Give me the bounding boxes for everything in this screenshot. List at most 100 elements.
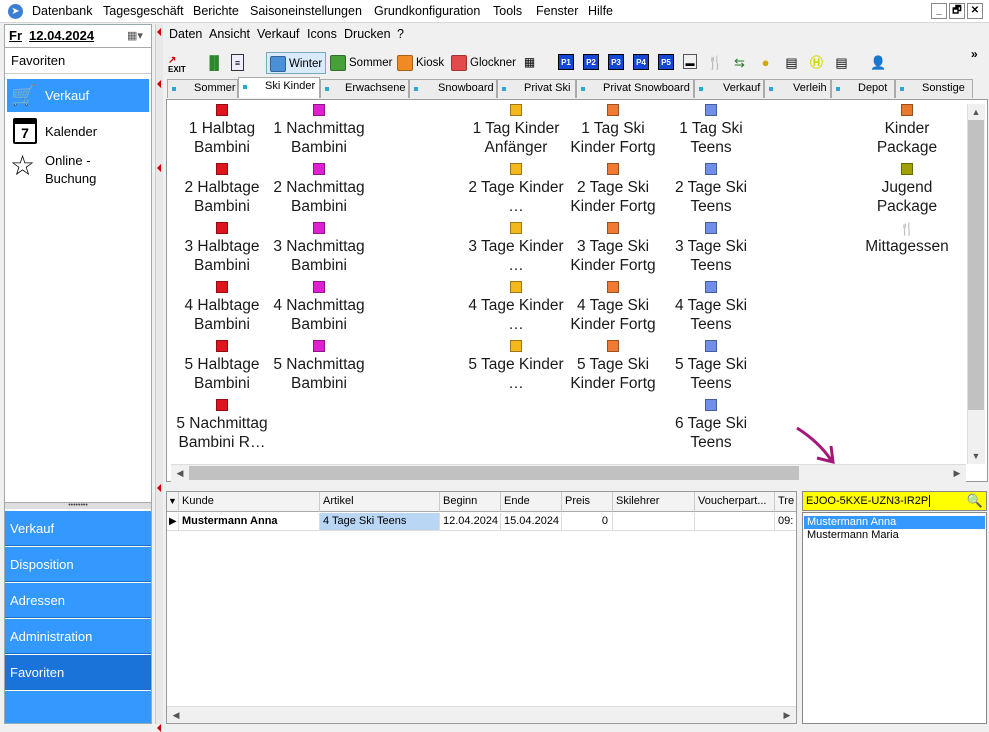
- article-tile[interactable]: 1 Tag Ski Teens: [663, 104, 759, 157]
- article-tile[interactable]: 5 Tage Ski Teens: [663, 340, 759, 393]
- toolbar-overflow-icon[interactable]: »: [971, 47, 978, 61]
- article-tile[interactable]: 4 Nachmittag Bambini: [271, 281, 367, 334]
- article-tile[interactable]: 3 Tage Kinder …: [467, 222, 565, 275]
- tab-verkauf[interactable]: Verkauf: [694, 79, 764, 98]
- cell-voucherpartner[interactable]: [695, 513, 775, 531]
- calculator2-icon[interactable]: ▤: [833, 54, 850, 71]
- article-tile[interactable]: Jugend Package: [859, 163, 955, 216]
- menu-berichte[interactable]: Berichte: [193, 4, 239, 18]
- user-icon[interactable]: 👤: [870, 54, 887, 71]
- article-tile[interactable]: 6 Tage Ski Teens: [663, 399, 759, 452]
- table-horizontal-scrollbar[interactable]: [167, 706, 796, 723]
- cell-skilehrer[interactable]: [613, 513, 695, 531]
- article-tile[interactable]: 5 Halbtage Bambini: [174, 340, 270, 393]
- tab-ski-kinder[interactable]: Ski Kinder: [238, 77, 320, 98]
- article-tile[interactable]: 4 Tage Kinder …: [467, 281, 565, 334]
- column-header-beginn[interactable]: Beginn: [440, 492, 501, 512]
- tab-verleih[interactable]: Verleih: [764, 79, 831, 98]
- nav-group-adressen[interactable]: Adressen: [5, 583, 151, 618]
- nav-group-administration[interactable]: Administration: [5, 619, 151, 654]
- menu-grundkonfiguration[interactable]: Grundkonfiguration: [374, 4, 480, 18]
- tab-privat-ski[interactable]: Privat Ski: [497, 79, 576, 98]
- p5-button[interactable]: P5: [658, 54, 674, 70]
- tab-snowboard[interactable]: Snowboard: [409, 79, 497, 98]
- article-tile[interactable]: 4 Halbtage Bambini: [174, 281, 270, 334]
- cell-ende[interactable]: 15.04.2024: [501, 513, 562, 531]
- article-tile[interactable]: 3 Tage Ski Kinder Fortg: [565, 222, 661, 275]
- h-circle-icon[interactable]: Ⓗ: [808, 54, 825, 71]
- article-tile[interactable]: 4 Tage Ski Kinder Fortg: [565, 281, 661, 334]
- search-icon[interactable]: 🔍: [967, 493, 983, 509]
- date-selector[interactable]: Fr 12.04.2024 ▦▾: [5, 25, 151, 48]
- vertical-scroll-thumb[interactable]: [968, 120, 984, 410]
- nav-verkauf[interactable]: 🛒 Verkauf: [7, 79, 149, 112]
- voucher-search-input[interactable]: EJOO-5KXE-UZN3-IR2P 🔍: [802, 491, 987, 511]
- p1-button[interactable]: P1: [558, 54, 574, 70]
- article-tile[interactable]: 4 Tage Ski Teens: [663, 281, 759, 334]
- result-item[interactable]: Mustermann Anna: [804, 516, 985, 529]
- article-tile[interactable]: 2 Tage Ski Teens: [663, 163, 759, 216]
- article-tile[interactable]: 3 Halbtage Bambini: [174, 222, 270, 275]
- kiosk-button[interactable]: Kiosk: [397, 52, 444, 74]
- menu-help[interactable]: ?: [397, 27, 404, 41]
- coins-icon[interactable]: ●: [757, 54, 774, 71]
- nav-group-favoriten[interactable]: Favoriten: [5, 655, 151, 690]
- article-tile[interactable]: Kinder Package: [859, 104, 955, 157]
- tab-privat-snowboard[interactable]: Privat Snowboard: [576, 79, 694, 98]
- article-tile[interactable]: 🍴 Mittagessen: [859, 222, 955, 256]
- cutlery-icon[interactable]: 🍴: [707, 54, 724, 71]
- cell-artikel[interactable]: 4 Tage Ski Teens: [320, 513, 440, 531]
- article-tile[interactable]: 5 Tage Kinder …: [467, 340, 565, 393]
- nav-online-buchung[interactable]: ☆ Online - Buchung: [7, 151, 149, 191]
- column-header-preis[interactable]: Preis: [562, 492, 613, 512]
- menu-verkauf[interactable]: Verkauf: [257, 27, 299, 41]
- article-tile[interactable]: 2 Tage Ski Kinder Fortg: [565, 163, 661, 216]
- glockner-button[interactable]: Glockner: [451, 52, 516, 74]
- document-icon[interactable]: ≡: [231, 54, 244, 71]
- article-tile[interactable]: 1 Tag Ski Kinder Fortg: [565, 104, 661, 157]
- tab-depot[interactable]: Depot: [831, 79, 895, 98]
- menu-drucken[interactable]: Drucken: [344, 27, 391, 41]
- menu-fenster[interactable]: Fenster: [536, 4, 578, 18]
- menu-hilfe[interactable]: Hilfe: [588, 4, 613, 18]
- card-icon[interactable]: ▬: [683, 54, 697, 69]
- app-icon[interactable]: ➤: [8, 4, 23, 19]
- transfer-icon[interactable]: ⇆: [731, 54, 748, 71]
- scroll-left-icon[interactable]: ◀: [168, 707, 184, 723]
- cell-kunde[interactable]: Mustermann Anna: [179, 513, 320, 531]
- column-header-skilehrer[interactable]: Skilehrer: [613, 492, 695, 512]
- column-header-ende[interactable]: Ende: [501, 492, 562, 512]
- tab-sommer[interactable]: Sommer: [167, 79, 238, 98]
- p3-button[interactable]: P3: [608, 54, 624, 70]
- scroll-down-icon[interactable]: ▼: [968, 448, 984, 464]
- article-tile[interactable]: 3 Nachmittag Bambini: [271, 222, 367, 275]
- horizontal-scroll-thumb[interactable]: [189, 466, 799, 480]
- menu-ansicht[interactable]: Ansicht: [209, 27, 250, 41]
- menu-daten[interactable]: Daten: [169, 27, 202, 41]
- column-header-voucherpartner[interactable]: Voucherpart...: [695, 492, 775, 512]
- article-tile[interactable]: 5 Tage Ski Kinder Fortg: [565, 340, 661, 393]
- menu-icons[interactable]: Icons: [307, 27, 337, 41]
- tab-erwachsene[interactable]: Erwachsene: [320, 79, 409, 98]
- scroll-up-icon[interactable]: ▲: [968, 104, 984, 120]
- article-tile[interactable]: 1 Nachmittag Bambini: [271, 104, 367, 157]
- scroll-right-icon[interactable]: ▶: [779, 707, 795, 723]
- article-tile[interactable]: 5 Nachmittag Bambini: [271, 340, 367, 393]
- winter-button[interactable]: Winter: [266, 52, 327, 74]
- minimize-button[interactable]: _: [931, 3, 947, 19]
- menu-tagesgeschaeft[interactable]: Tagesgeschäft: [103, 4, 184, 18]
- chart-icon[interactable]: ▐▌: [205, 54, 223, 71]
- sommer-button[interactable]: Sommer: [330, 52, 392, 74]
- p4-button[interactable]: P4: [633, 54, 649, 70]
- panel-resize-handle[interactable]: ••••••••: [5, 502, 151, 509]
- column-header-tre[interactable]: Tre: [775, 492, 796, 512]
- nav-kalender[interactable]: 7 Kalender: [7, 115, 149, 148]
- calendar-dropdown-icon[interactable]: ▦▾: [127, 29, 143, 42]
- column-header-kunde[interactable]: Kunde: [179, 492, 320, 512]
- restore-button[interactable]: 🗗: [949, 3, 965, 19]
- article-tile[interactable]: 2 Tage Kinder …: [467, 163, 565, 216]
- cell-tre[interactable]: 09:: [775, 513, 796, 531]
- nav-group-verkauf[interactable]: Verkauf: [5, 511, 151, 546]
- column-header-artikel[interactable]: Artikel: [320, 492, 440, 512]
- article-tile[interactable]: 2 Nachmittag Bambini: [271, 163, 367, 216]
